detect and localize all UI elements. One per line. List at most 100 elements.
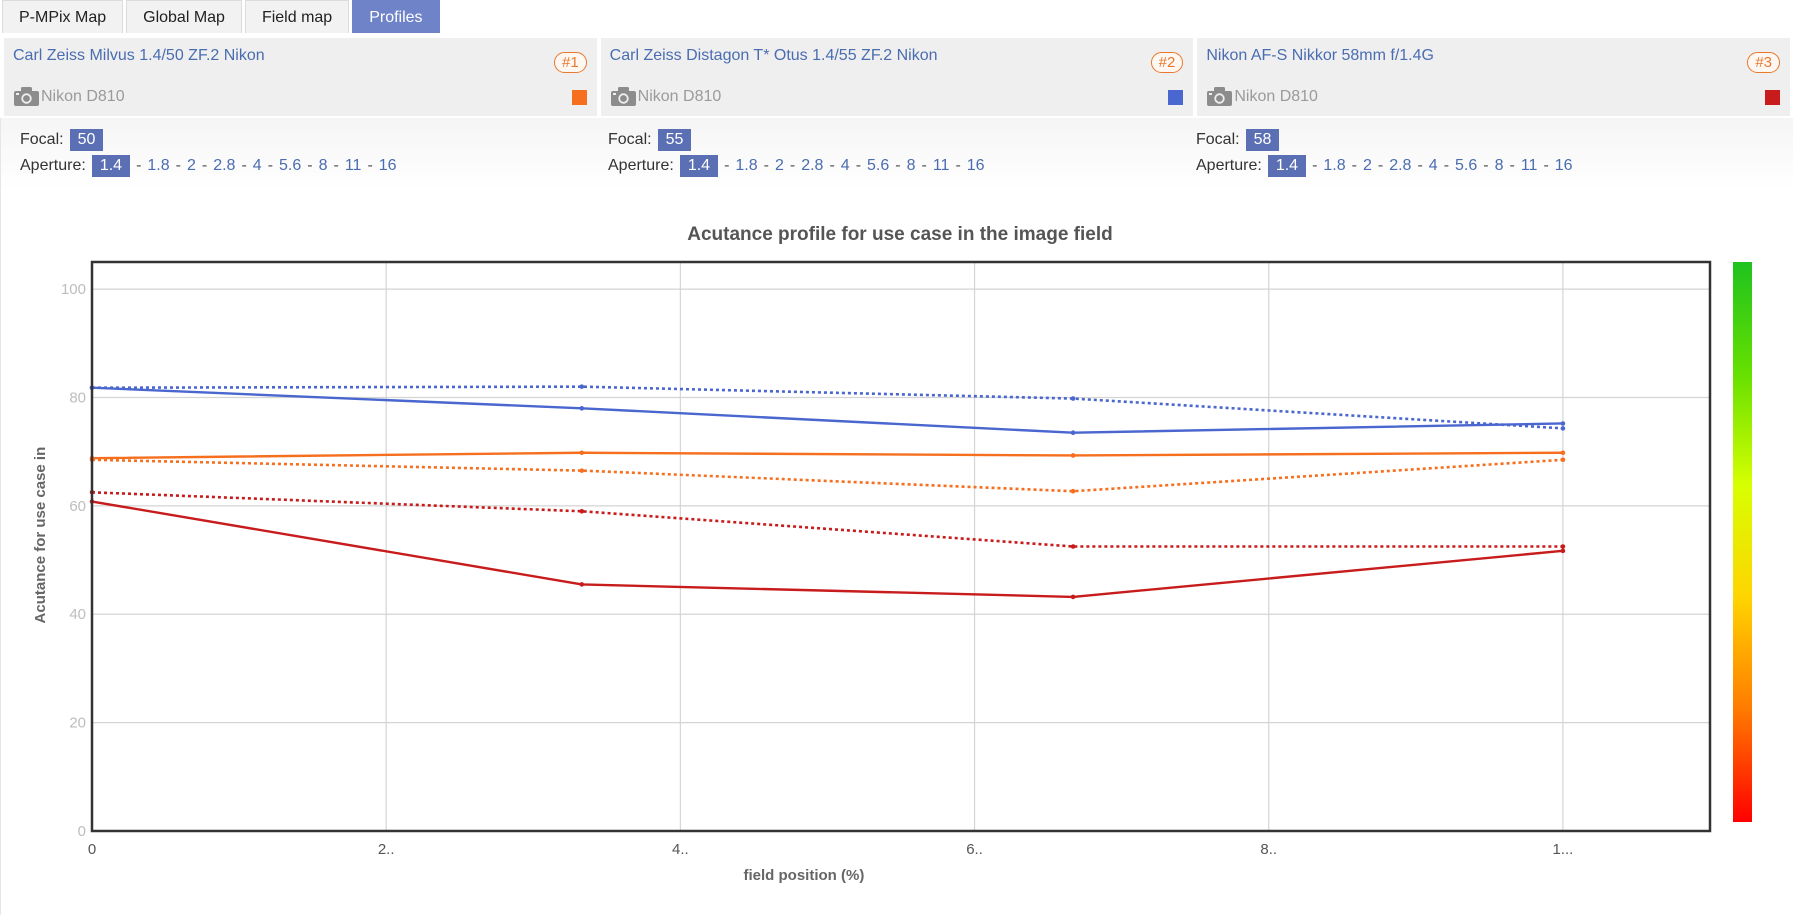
y-tick-label: 40 [69, 606, 86, 623]
aperture-separator: - [1417, 157, 1423, 174]
lens-cards: Carl Zeiss Milvus 1.4/50 ZF.2 Nikon #1 N… [4, 38, 1791, 116]
aperture-separator: - [921, 157, 927, 174]
tab-profiles[interactable]: Profiles [352, 0, 440, 33]
series-point [1560, 426, 1566, 431]
aperture-option-link[interactable]: 11 [933, 157, 950, 175]
aperture-option-link[interactable]: 5.6 [279, 157, 301, 175]
series-point [1070, 430, 1076, 435]
chart-series [89, 384, 1566, 600]
lens-card-2: Carl Zeiss Distagon T* Otus 1.4/55 ZF.2 … [600, 38, 1194, 116]
aperture-separator: - [895, 157, 901, 174]
tab-global-map[interactable]: Global Map [126, 0, 242, 33]
aperture-option-link[interactable]: 16 [379, 157, 397, 175]
aperture-option-link[interactable]: 11 [345, 157, 362, 175]
aperture-separator: - [367, 157, 373, 174]
aperture-separator: - [789, 157, 796, 174]
x-tick-label: 0 [88, 841, 96, 858]
lens-name-link[interactable]: Nikon AF-S Nikkor 58mm f/1.4G [1206, 47, 1434, 65]
lens-card-3: Nikon AF-S Nikkor 58mm f/1.4G #3 Nikon D… [1197, 38, 1791, 116]
series-point [1070, 396, 1076, 401]
aperture-option-link[interactable]: 2.8 [1389, 157, 1411, 175]
aperture-option-link[interactable]: 4 [1429, 157, 1438, 175]
series-point [1070, 594, 1076, 600]
lens-name-link[interactable]: Carl Zeiss Milvus 1.4/50 ZF.2 Nikon [13, 47, 265, 65]
aperture-option-link[interactable]: 2.8 [213, 157, 235, 175]
x-tick-label: 6.. [966, 841, 983, 858]
tab-field-map[interactable]: Field map [244, 0, 350, 33]
aperture-option-link[interactable]: 5.6 [867, 157, 889, 175]
aperture-row: Aperture: 1.4 -1.8-2-2.8-4-5.6-8-11-16 [20, 153, 397, 179]
x-tick-label: 1... [1552, 841, 1573, 858]
aperture-row: Aperture: 1.4 -1.8-2-2.8-4-5.6-8-11-16 [608, 153, 985, 179]
x-tick-label: 8.. [1260, 841, 1277, 858]
aperture-selected[interactable]: 1.4 [679, 155, 719, 177]
series-line-3 [91, 451, 1563, 460]
aperture-option-link[interactable]: 5.6 [1455, 157, 1477, 175]
focal-row: Focal: 50 [20, 127, 397, 153]
aperture-option-link[interactable]: 2.8 [801, 157, 823, 175]
camera-name: Nikon D810 [1234, 87, 1318, 105]
aperture-option-link[interactable]: 4 [253, 157, 262, 175]
aperture-option-link[interactable]: 1.8 [1323, 157, 1345, 175]
aperture-option-link[interactable]: 16 [1555, 157, 1573, 175]
camera-label: Nikon D810 [610, 86, 721, 107]
aperture-selected[interactable]: 1.4 [91, 155, 131, 177]
lens-index-badge: #2 [1150, 52, 1184, 73]
aperture-separator: - [241, 157, 247, 174]
lens-settings-3: Focal: 58 Aperture: 1.4 -1.8-2-2.8-4-5.6… [1196, 127, 1573, 179]
focal-selected[interactable]: 58 [1245, 129, 1280, 151]
aperture-option-link[interactable]: 2 [775, 157, 784, 175]
aperture-separator: - [175, 157, 181, 174]
series-point [1560, 544, 1566, 549]
acutance-profile-chart: Acutance profile for use case in the ima… [32, 224, 1752, 884]
aperture-option-link[interactable]: 8 [907, 157, 916, 175]
aperture-label: Aperture: [20, 157, 86, 174]
series-point [579, 406, 585, 411]
aperture-separator: - [829, 157, 835, 174]
y-tick-label: 0 [78, 823, 86, 840]
aperture-selected[interactable]: 1.4 [1267, 155, 1307, 177]
aperture-label: Aperture: [608, 157, 674, 174]
aperture-option-link[interactable]: 1.8 [735, 157, 757, 175]
aperture-label: Aperture: [1196, 157, 1262, 174]
aperture-separator: - [724, 157, 730, 174]
series-point [579, 508, 585, 514]
aperture-option-link[interactable]: 8 [319, 157, 328, 175]
y-axis-label: Acutance for use case in [32, 447, 49, 624]
view-tabs: P-MPix Map Global Map Field map Profiles [2, 0, 440, 33]
chart-title: Acutance profile for use case in the ima… [687, 224, 1113, 245]
series-color-swatch [1765, 90, 1781, 105]
series-point [1070, 453, 1076, 458]
aperture-separator: - [201, 157, 208, 174]
aperture-separator: - [1443, 157, 1450, 174]
lens-index-badge: #1 [553, 52, 587, 73]
aperture-option-link[interactable]: 11 [1521, 157, 1538, 175]
aperture-option-link[interactable]: 1.8 [147, 157, 169, 175]
aperture-option-link[interactable]: 2 [1363, 157, 1372, 175]
focal-selected[interactable]: 55 [657, 129, 692, 151]
series-line-1 [91, 386, 1563, 434]
y-tick-label: 80 [69, 389, 86, 406]
lens-index-badge: #3 [1747, 52, 1781, 73]
focal-selected[interactable]: 50 [69, 129, 104, 151]
series-point [1560, 457, 1566, 463]
aperture-separator: - [1312, 157, 1318, 174]
y-tick-label: 60 [69, 498, 86, 515]
aperture-option-link[interactable]: 2 [187, 157, 196, 175]
y-tick-label: 100 [61, 281, 86, 298]
series-point [579, 384, 585, 389]
aperture-separator: - [1543, 157, 1549, 174]
x-axis-label: field position (%) [744, 867, 865, 884]
lens-name-link[interactable]: Carl Zeiss Distagon T* Otus 1.4/55 ZF.2 … [610, 47, 938, 65]
aperture-separator: - [1351, 157, 1357, 174]
focal-row: Focal: 55 [608, 127, 985, 153]
aperture-option-link[interactable]: 4 [841, 157, 850, 175]
aperture-option-link[interactable]: 16 [967, 157, 985, 175]
aperture-options: -1.8-2-2.8-4-5.6-8-11-16 [724, 157, 985, 175]
focal-label: Focal: [608, 131, 652, 148]
camera-name: Nikon D810 [41, 87, 125, 105]
aperture-option-link[interactable]: 8 [1495, 157, 1504, 175]
tab-pmpix-map[interactable]: P-MPix Map [2, 0, 124, 33]
camera-icon [14, 87, 39, 106]
camera-icon [610, 87, 636, 106]
